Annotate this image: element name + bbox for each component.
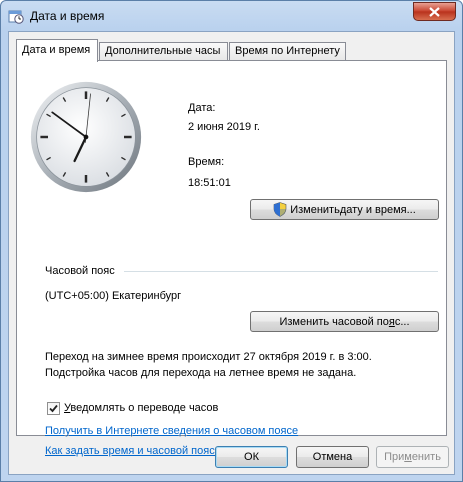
notify-checkbox[interactable]: [47, 402, 60, 415]
date-value: 2 июня 2019 г.: [188, 121, 260, 133]
window-title: Дата и время: [30, 9, 105, 23]
button-label: енить: [411, 451, 441, 463]
timezone-header: Часовой пояс: [45, 265, 115, 277]
button-label: Изменить часовой по: [279, 315, 389, 328]
date-time-app-icon: [8, 10, 24, 24]
date-label: Дата:: [188, 102, 216, 114]
timezone-value: (UTC+05:00) Екатеринбург: [45, 290, 182, 302]
button-label: ОК: [244, 451, 259, 463]
how-to-set-time-link[interactable]: Как задать время и часовой пояс?: [45, 445, 221, 457]
cancel-button[interactable]: Отмена: [296, 446, 369, 468]
dst-info-line-2: Подстройка часов для перехода на летнее …: [45, 367, 357, 379]
uac-shield-icon: [273, 202, 287, 217]
close-button[interactable]: [413, 2, 456, 21]
tab-additional-clocks[interactable]: Дополнительные часы: [99, 42, 228, 61]
apply-button[interactable]: При м енить: [376, 446, 449, 468]
timezone-info-link[interactable]: Получить в Интернете сведения о часовом …: [45, 425, 298, 437]
date-time-window: Дата и время Дата и время Дополнительные…: [0, 0, 463, 482]
button-label: ату и время...: [346, 203, 416, 216]
dialog-client-area: Дата и время Дополнительные часы Время п…: [8, 31, 455, 475]
button-label: Отмена: [312, 451, 353, 463]
ok-button[interactable]: ОК: [215, 446, 288, 468]
tab-label: Время по Интернету: [235, 45, 340, 57]
time-value: 18:51:01: [188, 177, 231, 189]
label-text: ведомлять о переводе часов: [70, 402, 219, 414]
change-timezone-button[interactable]: Изменить часовой по я с...: [250, 311, 439, 332]
close-icon: [429, 6, 440, 17]
time-label: Время:: [188, 156, 225, 168]
checkmark-icon: [49, 404, 58, 413]
title-bar[interactable]: Дата и время: [1, 1, 462, 31]
button-label: Изменить: [290, 203, 340, 216]
notify-label[interactable]: Уведомлять о переводе часов: [64, 402, 218, 414]
tab-label: Дата и время: [22, 44, 91, 56]
tab-panel-date-time: Дата: 2 июня 2019 г. Время: 18:51:01 Изм…: [16, 60, 447, 457]
button-accelerator: м: [404, 451, 412, 463]
timezone-separator: [124, 271, 438, 272]
button-label: с...: [394, 315, 410, 328]
analog-clock-icon: [30, 81, 142, 193]
tab-label: Дополнительные часы: [105, 45, 221, 57]
button-label: При: [384, 451, 405, 463]
tab-internet-time[interactable]: Время по Интернету: [229, 42, 346, 61]
tab-date-time[interactable]: Дата и время: [16, 39, 98, 62]
change-date-time-button[interactable]: Изменить д ату и время...: [250, 199, 439, 220]
dst-info-line-1: Переход на зимнее время происходит 27 ок…: [45, 351, 372, 363]
